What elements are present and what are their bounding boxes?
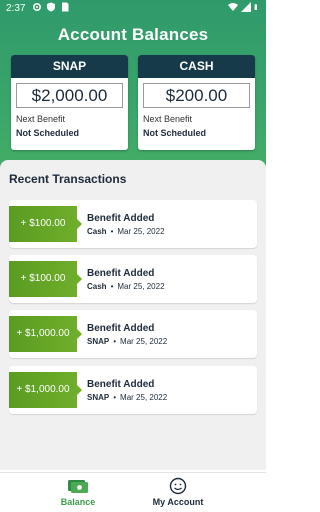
battery-icon [254, 4, 257, 10]
page-title: Account Balances [57, 25, 209, 44]
transaction-item[interactable]: + $100.00 Benefit Added Cash • Mar 25, 202… [9, 255, 257, 303]
balance-card-cash[interactable]: CASH $200.00 Next Benefit Not Scheduled [138, 55, 255, 150]
shield-status-icon [47, 2, 55, 12]
balance-card-program: SNAP [11, 55, 128, 78]
next-benefit-value: Not Scheduled [16, 128, 80, 138]
settings-status-icon [32, 2, 42, 12]
separator-dot: • [113, 337, 117, 346]
nav-balance[interactable]: Balance [38, 477, 118, 507]
nav-label: Balance [60, 497, 96, 507]
transaction-title: Benefit Added [87, 213, 155, 224]
separator-dot: • [110, 282, 114, 291]
wallet-icon [68, 480, 88, 493]
balance-card-snap[interactable]: SNAP $2,000.00 Next Benefit Not Schedule… [11, 55, 128, 150]
transaction-amount: + $100.00 [9, 261, 82, 297]
transaction-program: SNAP [87, 337, 110, 346]
transaction-program: Cash [87, 227, 107, 236]
transaction-program: Cash [87, 282, 107, 291]
transaction-item[interactable]: + $1,000.00 Benefit Added SNAP • Mar 25, 2… [9, 310, 257, 358]
transaction-date: Mar 25, 2022 [120, 393, 168, 402]
next-benefit-label: Next Benefit [143, 114, 193, 124]
wifi-icon [228, 3, 238, 11]
next-benefit-value: Not Scheduled [143, 128, 207, 138]
transaction-item[interactable]: + $1,000.00 Benefit Added SNAP • Mar 25, 2… [9, 366, 257, 414]
separator-dot: • [110, 227, 114, 236]
transaction-title: Benefit Added [87, 268, 155, 279]
nav-my-account[interactable]: My Account [138, 477, 218, 507]
transaction-date: Mar 25, 2022 [117, 227, 165, 236]
transaction-program: SNAP [87, 393, 110, 402]
transaction-amount: + $1,000.00 [9, 372, 82, 408]
balance-card-amount: $2,000.00 [16, 83, 123, 108]
status-time: 2:37 [6, 3, 26, 14]
transaction-date: Mar 25, 2022 [117, 282, 165, 291]
nav-label: My Account [152, 497, 204, 507]
transaction-date: Mar 25, 2022 [120, 337, 168, 346]
status-bar: 2:37 [0, 0, 266, 18]
balance-card-program: CASH [138, 55, 255, 78]
separator-dot: • [113, 393, 117, 402]
transaction-amount: + $100.00 [9, 206, 82, 242]
signal-icon [241, 2, 251, 12]
transaction-title: Benefit Added [87, 379, 155, 390]
balance-card-amount: $200.00 [143, 83, 250, 108]
recent-transactions-title: Recent Transactions [9, 172, 127, 186]
next-benefit-label: Next Benefit [16, 114, 66, 124]
user-face-icon [169, 477, 187, 495]
sim-status-icon [62, 2, 69, 12]
transaction-amount: + $1,000.00 [9, 316, 82, 352]
transaction-title: Benefit Added [87, 323, 155, 334]
transaction-item[interactable]: + $100.00 Benefit Added Cash • Mar 25, 202… [9, 200, 257, 248]
bottom-nav: Balance My Account [0, 472, 266, 512]
